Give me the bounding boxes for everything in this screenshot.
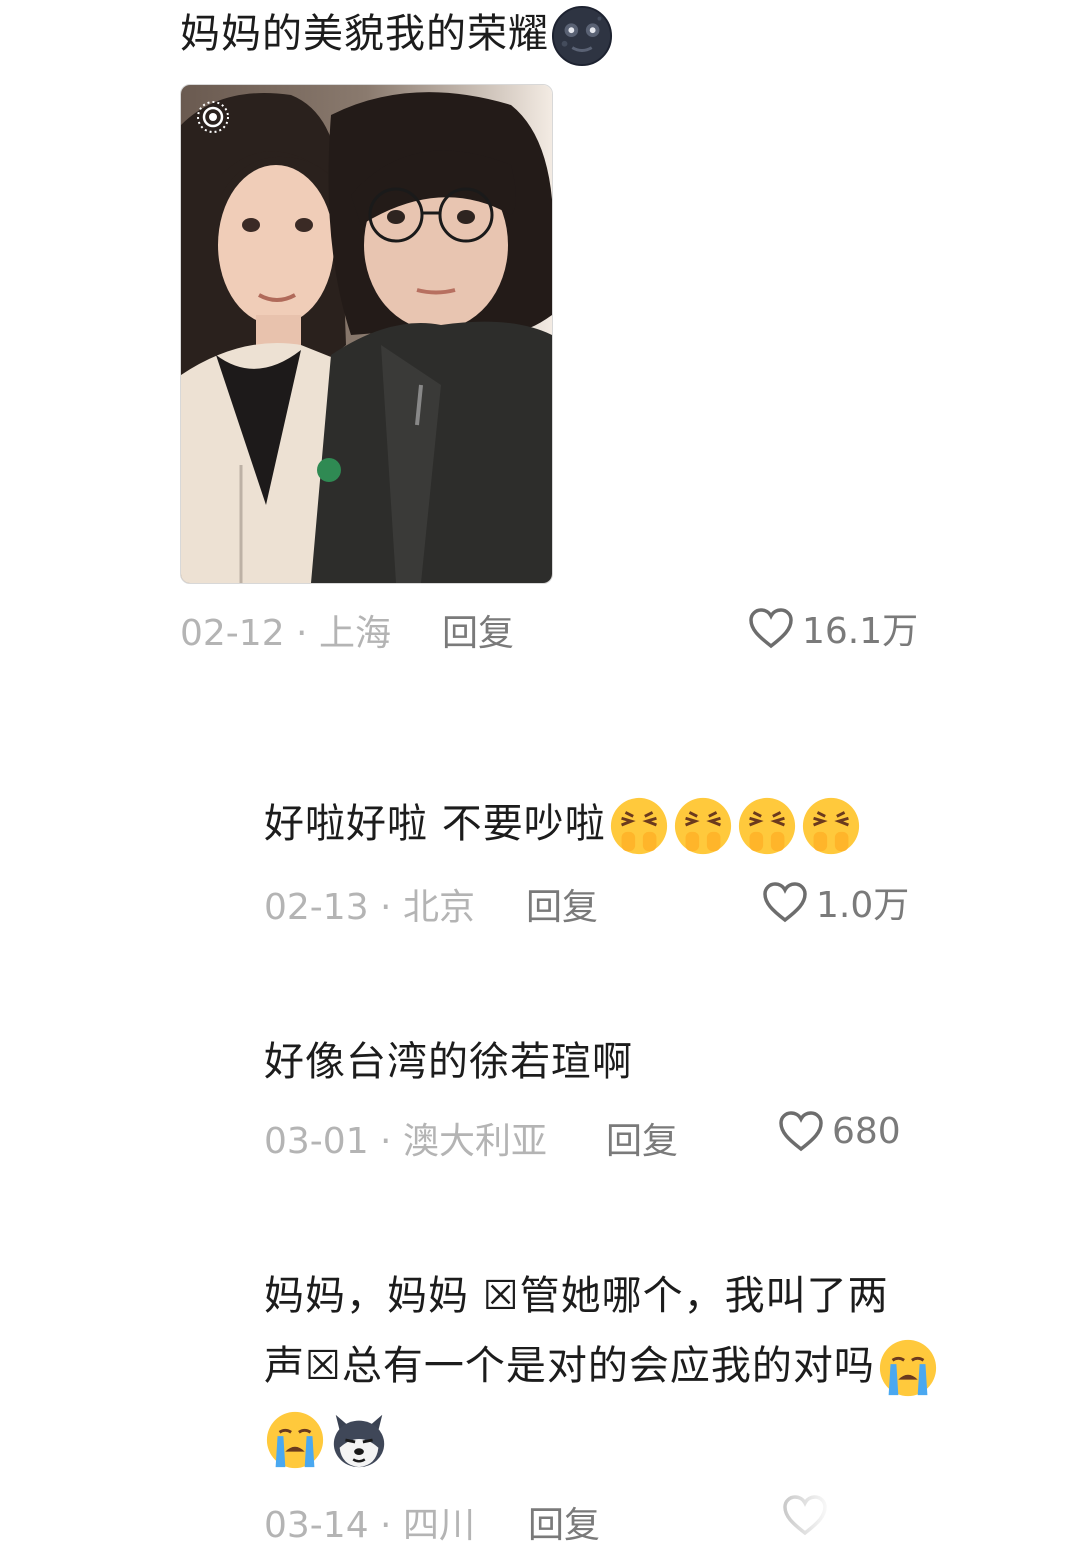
comment-text-line-1: 妈妈，妈妈 ☒管她哪个，我叫了两 — [264, 1273, 889, 1319]
like-count: 680 — [832, 1110, 901, 1152]
comment-text-content: 好啦好啦 不要吵啦 — [264, 801, 606, 847]
heart-icon — [763, 882, 807, 923]
comment-text: 好像台湾的徐若瑄啊 — [264, 1039, 633, 1085]
heart-icon — [779, 1111, 823, 1152]
selfie-image — [181, 85, 552, 583]
comment-meta: 03-14 · 四川 — [264, 1505, 475, 1546]
reply-button[interactable]: 回复 — [606, 1112, 678, 1164]
like-count: 16.1万 — [802, 611, 919, 652]
comment-photo[interactable] — [180, 84, 553, 584]
comment-text: 好啦好啦 不要吵啦 — [264, 790, 862, 858]
like-button[interactable]: 16.1万 — [748, 602, 918, 654]
persevering-face-icon — [802, 797, 859, 855]
comment-meta: 02-13 · 北京 — [264, 887, 475, 928]
like-count: 1.0万 — [816, 885, 910, 926]
bottom-fade-overlay — [700, 1490, 1079, 1557]
comment-emoji-line — [264, 1404, 390, 1472]
like-button[interactable]: 1.0万 — [762, 876, 909, 928]
reply-button[interactable]: 回复 — [528, 1496, 600, 1548]
heart-icon — [749, 608, 793, 649]
new-moon-face-icon — [551, 5, 613, 67]
persevering-face-icon — [610, 797, 667, 855]
comment-text: 妈妈的美貌我的荣耀 — [180, 0, 613, 68]
loudly-crying-face-icon — [266, 1411, 324, 1469]
husky-dog-face-icon — [333, 1414, 385, 1468]
comment-meta: 03-01 · 澳大利亚 — [264, 1121, 547, 1162]
reply-button[interactable]: 回复 — [526, 878, 598, 930]
persevering-face-icon — [738, 797, 795, 855]
persevering-face-icon — [674, 797, 731, 855]
comment-meta: 02-12 · 上海 — [180, 613, 391, 654]
comment-text-line-2: 声☒总有一个是对的会应我的对吗 — [264, 1332, 939, 1400]
like-button[interactable]: 680 — [778, 1110, 901, 1152]
live-photo-icon — [197, 101, 229, 133]
comment-text-content: 声☒总有一个是对的会应我的对吗 — [264, 1343, 875, 1389]
reply-button[interactable]: 回复 — [442, 604, 514, 656]
loudly-crying-face-icon — [879, 1339, 936, 1397]
comment-text-content: 妈妈的美貌我的荣耀 — [180, 11, 549, 57]
